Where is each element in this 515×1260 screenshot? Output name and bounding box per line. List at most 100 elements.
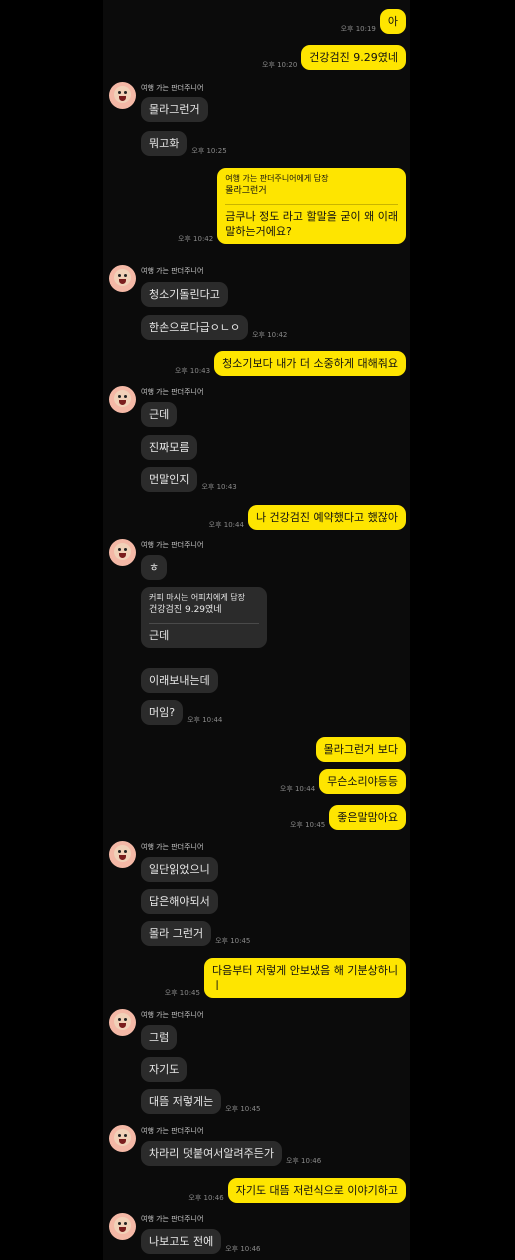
- message-bubble-received[interactable]: 근데: [141, 402, 178, 427]
- message-row-received: 차라리 덧붙여서알려주든가 오후 10:46: [141, 1141, 325, 1166]
- message-bubble-sent[interactable]: 청소기보다 내가 더 소중하게 대해줘요: [214, 351, 406, 376]
- message-row-sent: 오후 10:45 다음부터 저렇게 안보냈음 해 기분상하니 ㅣ: [161, 958, 406, 998]
- message-time: 오후 10:19: [340, 25, 376, 33]
- message-bubble-received[interactable]: ㅎ: [141, 555, 168, 580]
- message-row-received: 몰라그런거: [141, 97, 208, 122]
- message-time: 오후 10:44: [208, 521, 244, 529]
- message-text: 근데: [149, 629, 170, 642]
- message-bubble-received[interactable]: 나보고도 전에: [141, 1229, 222, 1254]
- message-row-sent: 오후 10:42 여행 가는 판더주니어에게 답장 몰라그런거 금쿠나 정도 라…: [174, 168, 406, 244]
- avatar-eye: [118, 850, 121, 853]
- sender-avatar[interactable]: [109, 1009, 136, 1036]
- message-time: 오후 10:20: [262, 61, 298, 69]
- message-row-sent: 오후 10:44 무슨소리야등등: [276, 769, 406, 794]
- message-text: 말하는거에요?: [225, 225, 292, 238]
- message-bubble-sent[interactable]: 자기도 대뜸 저런식으로 이야기하고: [227, 1178, 406, 1203]
- avatar-eye: [118, 1134, 121, 1137]
- sender-name: 여행 가는 판더주니어: [141, 1011, 204, 1019]
- message-bubble-sent[interactable]: 좋은말맘아요: [329, 805, 406, 830]
- avatar-eye: [118, 548, 121, 551]
- sender-avatar[interactable]: [109, 1125, 136, 1152]
- avatar-eye: [118, 91, 121, 94]
- message-time: 오후 10:42: [177, 235, 214, 243]
- message-time: 오후 10:46: [188, 1194, 224, 1202]
- message-bubble-received[interactable]: 뭐고화: [141, 131, 188, 156]
- reply-bubble-received[interactable]: 커피 마시는 어피치에게 답장 건강검진 9.29였네 근데: [141, 587, 267, 648]
- avatar-eye: [124, 850, 127, 853]
- sender-name: 여행 가는 판더주니어: [141, 843, 204, 851]
- sender-avatar[interactable]: [109, 265, 136, 292]
- message-text: 다음부터 저렇게 안보냈음 해 기분상하니: [211, 964, 398, 977]
- message-bubble-sent[interactable]: 나 건강검진 예약했다고 했잖아: [247, 505, 406, 530]
- message-time: 오후 10:45: [164, 989, 200, 997]
- avatar-eye: [124, 548, 127, 551]
- sender-avatar[interactable]: [109, 1213, 136, 1240]
- message-row-received: 답은해야되서: [141, 889, 218, 914]
- sender-avatar[interactable]: [109, 539, 136, 566]
- message-row-sent: 몰라그런거 보다: [315, 737, 406, 762]
- avatar-eye: [118, 1018, 121, 1021]
- message-row-received: 일단읽었으니: [141, 857, 218, 882]
- sender-avatar[interactable]: [109, 841, 136, 868]
- message-time: 오후 10:43: [201, 483, 237, 491]
- avatar-eye: [124, 91, 127, 94]
- message-bubble-received[interactable]: 몰라그런거: [141, 97, 208, 122]
- message-bubble-sent[interactable]: 다음부터 저렇게 안보냈음 해 기분상하니 ㅣ: [203, 958, 406, 998]
- avatar-eye: [124, 1018, 127, 1021]
- message-time: 오후 10:45: [289, 821, 326, 829]
- message-text: 금쿠나 정도 라고 할말을 굳이 왜 이래: [225, 210, 398, 223]
- message-bubble-sent[interactable]: 무슨소리야등등: [319, 769, 406, 794]
- message-bubble-received[interactable]: 일단읽었으니: [141, 857, 218, 882]
- message-bubble-received[interactable]: 대뜸 저렇게는: [141, 1089, 222, 1114]
- message-time: 오후 10:44: [187, 716, 223, 724]
- message-bubble-received[interactable]: 이래보내는데: [141, 668, 218, 693]
- message-row-received: 진짜모름: [141, 435, 198, 460]
- message-bubble-received[interactable]: 답은해야되서: [141, 889, 218, 914]
- message-bubble-received[interactable]: 차라리 덧붙여서알려주든가: [141, 1141, 282, 1166]
- message-bubble-received[interactable]: 한손으로다급ㅇㄴㅇ: [141, 315, 249, 340]
- message-bubble-sent[interactable]: 몰라그런거 보다: [315, 737, 406, 762]
- message-row-received: 근데: [141, 402, 178, 427]
- message-time: 오후 10:43: [174, 367, 211, 375]
- message-time: 오후 10:46: [225, 1245, 261, 1253]
- chat-area: 오후 10:19 아 오후 10:20 건강검진 9.29였네 여행 가는 판더…: [103, 0, 410, 1260]
- message-bubble-received[interactable]: 자기도: [141, 1057, 188, 1082]
- message-bubble-received[interactable]: 그럼: [141, 1025, 178, 1050]
- reply-bubble-sent[interactable]: 여행 가는 판더주니어에게 답장 몰라그런거 금쿠나 정도 라고 할말을 굳이 …: [217, 168, 406, 244]
- avatar-eye: [118, 1222, 121, 1225]
- message-row-received: 머임? 오후 10:44: [141, 700, 226, 725]
- message-time: 오후 10:25: [191, 147, 227, 155]
- message-row-sent: 오후 10:43 청소기보다 내가 더 소중하게 대해줘요: [171, 351, 406, 376]
- reply-quote: 건강검진 9.29였네: [149, 605, 222, 615]
- message-bubble-received[interactable]: 진짜모름: [141, 435, 198, 460]
- message-time: 오후 10:42: [252, 331, 288, 339]
- sender-avatar[interactable]: [109, 386, 136, 413]
- message-row-sent: 오후 10:19 아: [337, 9, 406, 34]
- message-row-received: 한손으로다급ㅇㄴㅇ 오후 10:42: [141, 315, 291, 340]
- sender-name: 여행 가는 판더주니어: [141, 267, 204, 275]
- message-row-received: 그럼: [141, 1025, 178, 1050]
- message-bubble-received[interactable]: 먼말인지: [141, 467, 198, 492]
- reply-target: 커피 마시는 어피치에게 답장: [149, 593, 245, 602]
- message-time: 오후 10:46: [285, 1157, 322, 1165]
- sender-name: 여행 가는 판더주니어: [141, 541, 204, 549]
- message-row-received: 자기도: [141, 1057, 188, 1082]
- message-row-received: 커피 마시는 어피치에게 답장 건강검진 9.29였네 근데: [141, 587, 267, 648]
- message-bubble-received[interactable]: 머임?: [141, 700, 184, 725]
- reply-divider: [149, 623, 259, 624]
- message-bubble-received[interactable]: 몰라 그런거: [141, 921, 212, 946]
- sender-name: 여행 가는 판더주니어: [141, 388, 204, 396]
- message-bubble-sent[interactable]: 건강검진 9.29였네: [301, 45, 406, 70]
- sender-avatar[interactable]: [109, 82, 136, 109]
- message-row-sent: 오후 10:45 좋은말맘아요: [286, 805, 406, 830]
- avatar-eye: [124, 395, 127, 398]
- message-time: 오후 10:45: [215, 937, 251, 945]
- message-row-received: 나보고도 전에 오후 10:46: [141, 1229, 265, 1254]
- avatar-eye: [124, 1134, 127, 1137]
- sender-name: 여행 가는 판더주니어: [141, 1127, 204, 1135]
- message-bubble-received[interactable]: 청소기돌린다고: [141, 282, 228, 307]
- message-bubble-sent[interactable]: 아: [379, 9, 406, 34]
- message-row-received: 이래보내는데: [141, 668, 218, 693]
- message-row-received: 먼말인지 오후 10:43: [141, 467, 241, 492]
- avatar-eye: [118, 274, 121, 277]
